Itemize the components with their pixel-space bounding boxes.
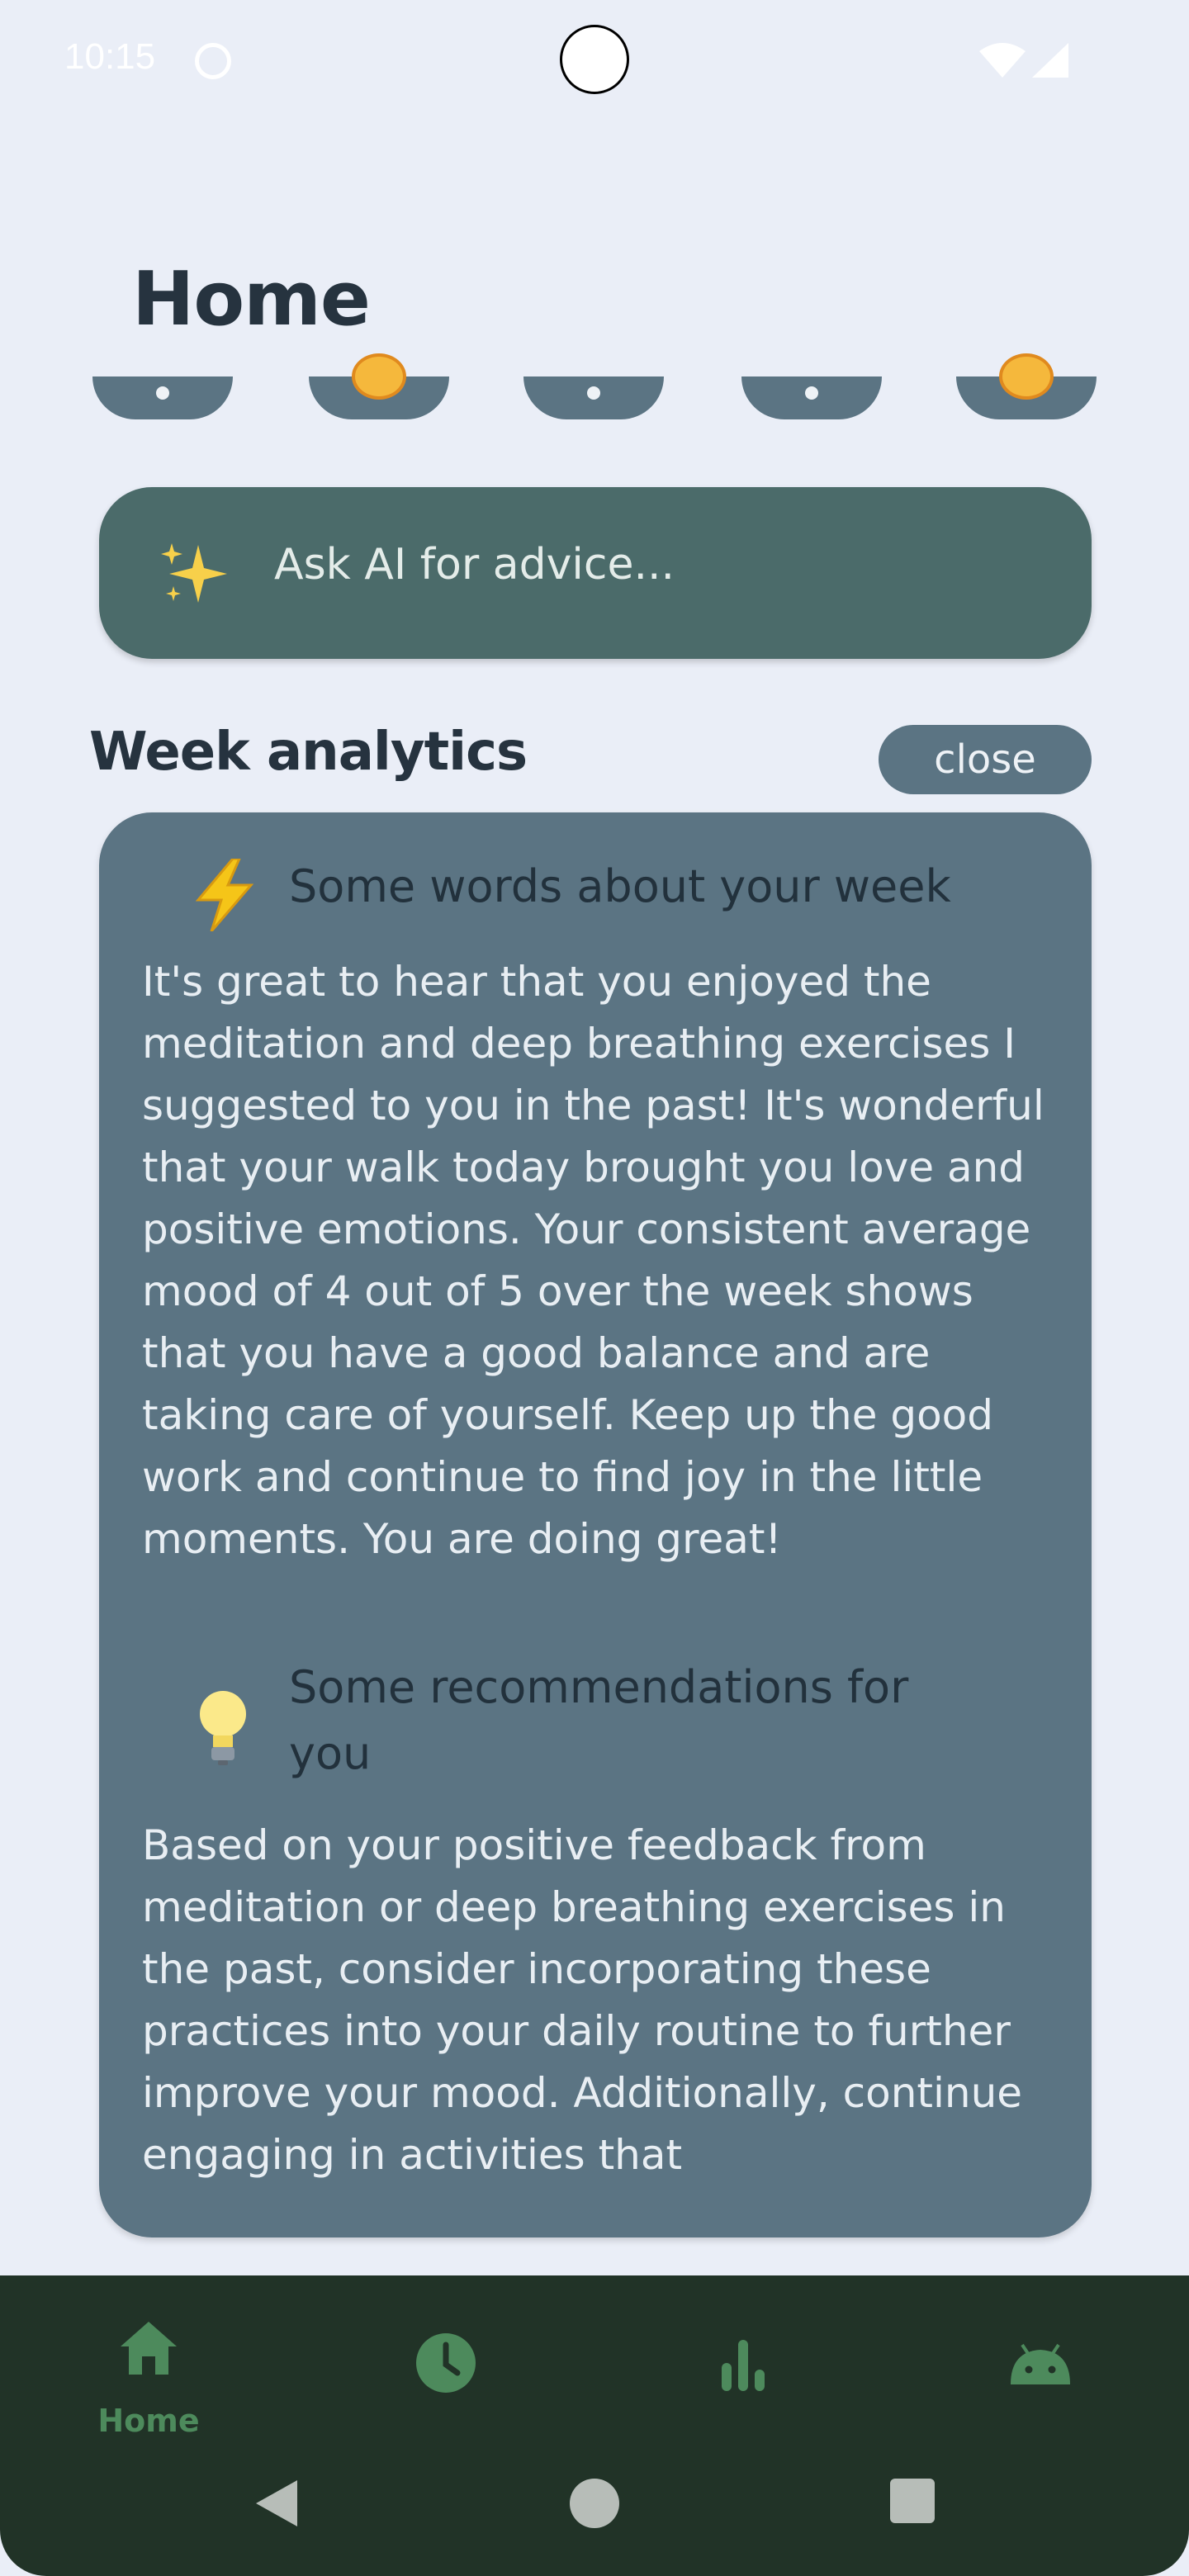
home-circle-icon[interactable] [568,2477,621,2530]
nav-item-history[interactable] [363,2305,528,2429]
system-navigation-bar [0,2469,1189,2551]
home-icon [121,2322,177,2375]
mood-selector [0,353,1189,419]
mood-option[interactable] [92,376,233,419]
mood-dot-icon [587,386,600,400]
week-summary-text: It's great to hear that you enjoyed the … [142,958,1045,1563]
mood-option[interactable] [956,353,1097,419]
mood-dot-icon [805,386,818,400]
android-icon [1011,2343,1070,2384]
nav-item-home[interactable]: Home [66,2305,231,2439]
nav-label-home: Home [97,2403,200,2439]
lightning-icon [195,859,254,931]
page-title: Home [132,256,371,343]
mood-dot-icon [156,386,169,400]
close-button[interactable]: close [879,725,1092,794]
lightbulb-icon [200,1691,246,1765]
notification-face-icon [195,43,231,79]
ask-ai-button[interactable]: Ask AI for advice... [99,487,1092,659]
smile-emoji-icon [352,353,406,400]
back-icon[interactable] [251,2477,301,2530]
recents-icon[interactable] [888,2477,936,2525]
nav-item-assistant[interactable] [958,2305,1123,2429]
week-summary-heading: Some words about your week [289,860,951,912]
mood-option[interactable] [523,376,664,419]
mood-option[interactable] [741,376,882,419]
mood-option[interactable] [309,353,449,419]
grin-emoji-icon [999,353,1054,400]
recommendations-heading: Some recommendations for you [289,1661,909,1779]
ask-ai-placeholder: Ask AI for advice... [274,540,675,590]
bar-chart-icon [722,2340,765,2391]
signal-icon [1032,43,1068,78]
sparkles-icon [161,543,227,603]
camera-cutout [560,25,629,94]
nav-item-stats[interactable] [661,2305,826,2429]
history-clock-icon [416,2333,476,2393]
status-bar: 10:15 [0,0,1189,124]
week-analytics-card: Some words about your week It's great to… [99,812,1092,2237]
home-screen: 10:15 Home Ask AI for advice... Week ana… [0,0,1189,2576]
status-time: 10:15 [64,36,156,77]
wifi-icon [979,43,1026,78]
week-analytics-title: Week analytics [89,722,528,783]
bottom-navigation: Home [0,2275,1189,2576]
recommendations-text: Based on your positive feedback from med… [142,1821,1023,2179]
